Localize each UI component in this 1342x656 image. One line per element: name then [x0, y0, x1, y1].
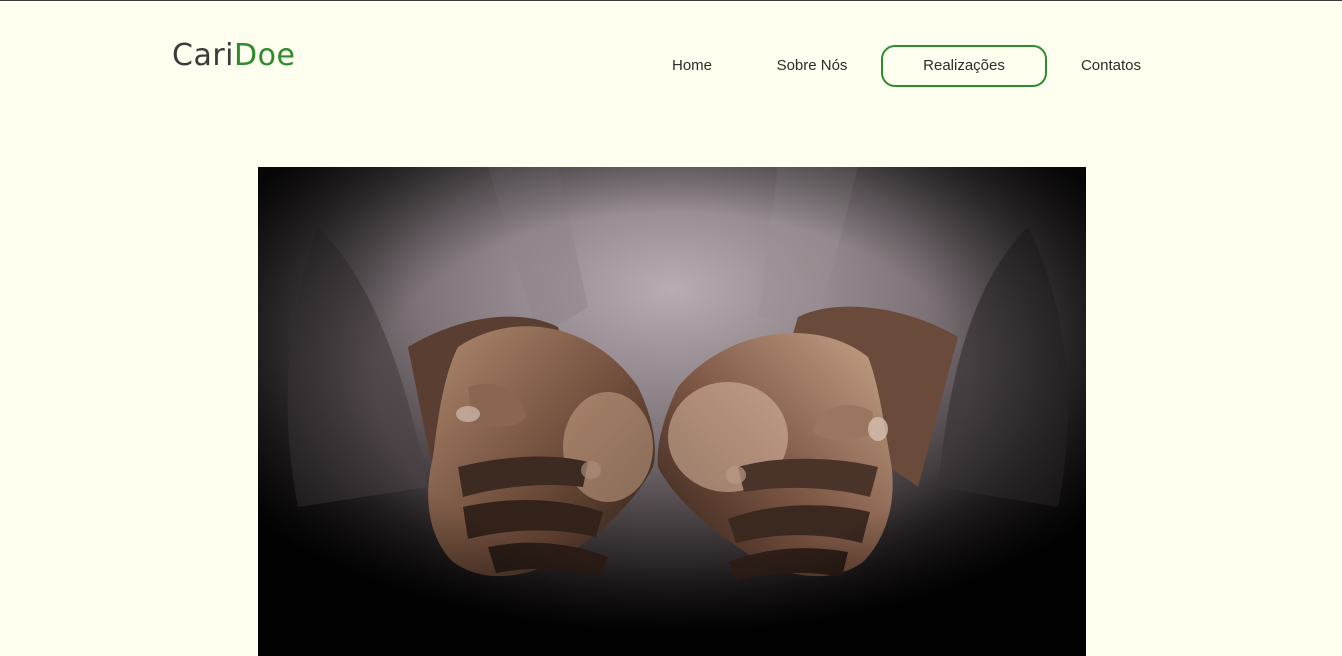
nav-item-realizacoes[interactable]: Realizações — [881, 45, 1047, 87]
top-border — [0, 0, 1342, 1]
nav-item-sobre-nos[interactable]: Sobre Nós — [762, 45, 862, 87]
nav-item-home[interactable]: Home — [652, 45, 732, 87]
hero-image — [258, 167, 1086, 656]
nav-item-contatos[interactable]: Contatos — [1066, 45, 1156, 87]
main-nav: Home Sobre Nós Realizações Contatos — [0, 45, 1342, 87]
cupped-hands-illustration — [258, 167, 1086, 656]
